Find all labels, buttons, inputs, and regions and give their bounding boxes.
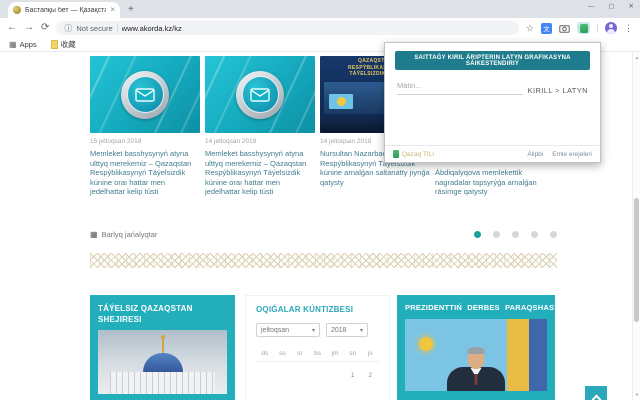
month-select[interactable]: jeltoqsan ▾ [256, 323, 320, 337]
carousel-dot[interactable] [531, 231, 538, 238]
translate-extension-icon[interactable]: 文 [541, 22, 552, 34]
bookmark-star-icon[interactable]: ☆ [526, 23, 534, 34]
calendar-date[interactable]: 1 [344, 372, 362, 379]
bookmark-favicon-icon [50, 40, 58, 49]
new-tab-button[interactable]: + [128, 4, 134, 15]
akorda-palace-image[interactable] [98, 330, 227, 394]
bookmark-label: 收藏 [60, 40, 76, 49]
maximize-button[interactable]: ▢ [608, 2, 614, 10]
widget-title[interactable]: TÁÝELSIZ QAZAQSTAN SHEJIRESI [98, 303, 227, 325]
url-text: www.akorda.kz/kz [121, 23, 182, 33]
carousel-dot[interactable] [493, 231, 500, 238]
news-title[interactable]: Memleket basshysynyń atyna ulttyq mereke… [205, 149, 315, 197]
url-bar[interactable]: ⓘ Not secure www.akorda.kz/kz [56, 21, 519, 35]
widget-chronicle[interactable]: TÁÝELSIZ QAZAQSTAN SHEJIRESI [90, 295, 235, 400]
tab-close-icon[interactable]: × [110, 6, 115, 14]
tab-favicon-icon [13, 6, 21, 14]
popup-footer: Qazaq TILI Álipbi Emle erejeleri [385, 145, 600, 162]
browser-tab[interactable]: Бастапқы бет — Қазақстан Рес × [8, 2, 120, 18]
calendar-dates-row: 12 [256, 372, 379, 379]
palace-spire [160, 335, 165, 353]
news-title[interactable]: Ábdiqalyqova memlekettik nagradalar taps… [435, 168, 545, 197]
profile-avatar[interactable] [605, 22, 617, 34]
alphabet-link[interactable]: Álipbi [527, 151, 543, 158]
brand-logo-icon [393, 150, 399, 158]
widget-title[interactable]: PREZIDENTTIŃ DERBES PARAQSHASY [405, 302, 555, 313]
bookmark-item[interactable]: 收藏 [50, 39, 76, 50]
back-icon[interactable]: ← [7, 23, 17, 33]
scrollbar-thumb[interactable] [634, 198, 639, 322]
news-image-envelope[interactable] [205, 56, 315, 133]
brand-label: Qazaq TILI [402, 150, 435, 158]
grid-icon: ▦ [90, 230, 98, 239]
chrome-menu-icon[interactable]: ⋮ [624, 23, 633, 34]
all-news-row: ▦ Barlyq jańalyqtar [90, 230, 557, 239]
news-image-envelope[interactable] [90, 56, 200, 133]
text-input[interactable] [397, 81, 523, 95]
qazlatyn-extension-icon[interactable] [579, 23, 588, 33]
scrollbar[interactable]: ▲ ▼ [632, 52, 640, 400]
news-date: 14 jeltoqsan 2018 [205, 138, 257, 145]
carousel-dots [474, 231, 557, 238]
info-icon[interactable]: ⓘ [64, 23, 72, 34]
carousel-dot-active[interactable] [474, 231, 481, 238]
chevron-down-icon: ▾ [311, 327, 315, 334]
widget-president[interactable]: PREZIDENTTIŃ DERBES PARAQSHASY [397, 295, 555, 400]
browser-titlebar: Бастапқы бет — Қазақстан Рес × + — ▢ ✕ [0, 0, 640, 18]
calendar-selects: jeltoqsan ▾ 2018 ▾ [256, 323, 379, 337]
spelling-rules-link[interactable]: Emle erejeleri [552, 151, 592, 158]
chevron-down-icon: ▾ [359, 327, 363, 334]
chevron-up-icon [591, 394, 601, 400]
window-controls: — ▢ ✕ [588, 0, 634, 12]
carousel-dot[interactable] [550, 231, 557, 238]
extension-popup: SAITTAǴY KIRIL ÁRIPTERIN LATYN GRAFIKASY… [384, 42, 601, 163]
browser-toolbar: ← → ⟳ ⓘ Not secure www.akorda.kz/kz ☆ 文 … [0, 18, 640, 38]
security-label: Not secure [76, 23, 113, 33]
active-extension-highlight [577, 22, 590, 34]
news-date: 15 jeltoqsan 2018 [90, 138, 142, 145]
palace-dome [142, 353, 183, 372]
carousel-dot[interactable] [512, 231, 519, 238]
footer-links: Álipbi Emle erejeleri [527, 151, 592, 158]
apps-grid-icon: ▦ [9, 40, 17, 49]
news-title[interactable]: Memleket basshysynyń atyna ulttyq mereke… [90, 149, 200, 197]
calendar-title: OQIǴALAR KÚNTIZBESI [256, 305, 354, 314]
flag-backdrop [507, 319, 547, 391]
scroll-to-top-button[interactable] [585, 386, 607, 400]
calendar-date[interactable]: 2 [361, 372, 379, 379]
scrollbar-down-arrow[interactable]: ▼ [633, 392, 640, 397]
envelope-icon [250, 87, 270, 102]
popup-input-row: KIRILL > LATYN [397, 81, 588, 95]
minimize-button[interactable]: — [588, 3, 595, 10]
urlbar-divider [116, 24, 118, 32]
camera-extension-icon[interactable] [559, 24, 570, 33]
convert-site-button[interactable]: SAITTAǴY KIRIL ÁRIPTERIN LATYN GRAFIKASY… [395, 51, 590, 70]
forward-icon[interactable]: → [24, 23, 34, 33]
flag-sun [419, 337, 433, 351]
news-card[interactable]: 15 jeltoqsan 2018 Memleket basshysynyń a… [90, 56, 200, 197]
toolbar-divider [597, 24, 598, 32]
tab-title: Бастапқы бет — Қазақстан Рес [25, 6, 107, 14]
envelope-icon [135, 87, 155, 102]
close-button[interactable]: ✕ [629, 2, 634, 10]
bookmark-apps[interactable]: ▦ Apps [9, 40, 37, 49]
widget-calendar: OQIǴALAR KÚNTIZBESI jeltoqsan ▾ 2018 ▾ d… [245, 295, 390, 400]
year-select[interactable]: 2018 ▾ [326, 323, 368, 337]
all-news-link[interactable]: Barlyq jańalyqtar [102, 230, 158, 239]
president-photo[interactable] [405, 319, 547, 391]
president-figure [446, 341, 506, 391]
direction-toggle[interactable]: KIRILL > LATYN [528, 86, 588, 95]
palace-building [109, 372, 216, 394]
widgets-row: TÁÝELSIZ QAZAQSTAN SHEJIRESI OQIǴALAR KÚ… [90, 295, 557, 400]
envelope-badge [121, 70, 169, 119]
calendar-day-headers: ds ss sr bs jm sn js [256, 350, 379, 362]
envelope-badge [236, 70, 284, 119]
ornament-border [90, 253, 557, 268]
scrollbar-up-arrow[interactable]: ▲ [633, 55, 640, 60]
brand: Qazaq TILI [393, 150, 434, 158]
kazakhstan-flag [329, 94, 353, 109]
apps-label: Apps [19, 40, 37, 49]
news-card[interactable]: 14 jeltoqsan 2018 Memleket basshysynyń a… [205, 56, 315, 197]
reload-icon[interactable]: ⟳ [41, 23, 49, 33]
